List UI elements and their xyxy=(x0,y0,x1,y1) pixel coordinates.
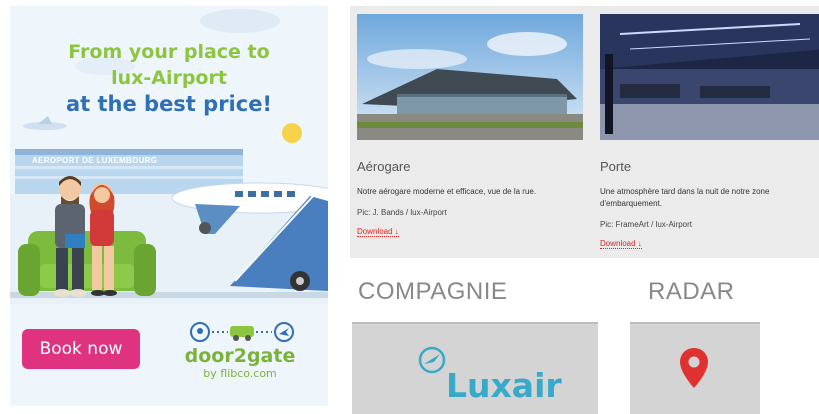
door2gate-logo[interactable]: door2gate by flibco.com xyxy=(170,321,310,380)
card-credit: Pic: J. Bands / lux-Airport xyxy=(357,208,447,217)
terminal-exterior-photo[interactable] xyxy=(357,14,583,140)
card-title: Aérogare xyxy=(357,159,411,174)
compagnie-heading: COMPAGNIE xyxy=(358,278,508,305)
ad-headline-line3: at the best price! xyxy=(65,92,273,116)
couch-icon xyxy=(18,231,156,296)
small-plane-icon xyxy=(23,116,67,130)
brand-byline: by flibco.com xyxy=(203,367,277,380)
door2gate-ad-banner[interactable]: AEROPORT DE LUXEMBOURG From your place t… xyxy=(10,6,328,406)
luxair-logo-icon xyxy=(418,346,446,374)
radar-tile[interactable] xyxy=(630,322,760,414)
book-now-button[interactable]: Book now xyxy=(22,329,140,369)
card-credit: Pic: FrameArt / lux-Airport xyxy=(600,220,693,229)
card-porte: Porte Une atmosphère tard dans la nuit d… xyxy=(600,14,819,251)
sun-icon xyxy=(282,123,302,143)
route-icon xyxy=(190,322,294,342)
ad-headline-line1: From your place to xyxy=(68,41,270,63)
card-description: Notre aérogare moderne et efficace, vue … xyxy=(357,187,537,196)
terminal-sign: AEROPORT DE LUXEMBOURG xyxy=(32,156,158,165)
map-pin-icon xyxy=(680,348,708,388)
card-title: Porte xyxy=(600,159,632,174)
download-link[interactable]: Download ↓ xyxy=(600,239,642,249)
brand-name: door2gate xyxy=(184,345,296,367)
luxair-tile[interactable]: Luxair xyxy=(352,322,598,414)
card-aerogare: Aérogare Notre aérogare moderne et effic… xyxy=(357,14,583,239)
ad-headline-line2: lux-Airport xyxy=(111,67,227,89)
boarding-gate-photo[interactable] xyxy=(600,14,819,140)
photo-cards-panel: Aérogare Notre aérogare moderne et effic… xyxy=(350,6,819,258)
card-description: Une atmosphère tard dans la nuit de notr… xyxy=(600,187,770,208)
download-link[interactable]: Download ↓ xyxy=(357,227,399,237)
luxair-logo-text: Luxair xyxy=(446,366,562,405)
radar-heading: RADAR xyxy=(648,278,735,305)
